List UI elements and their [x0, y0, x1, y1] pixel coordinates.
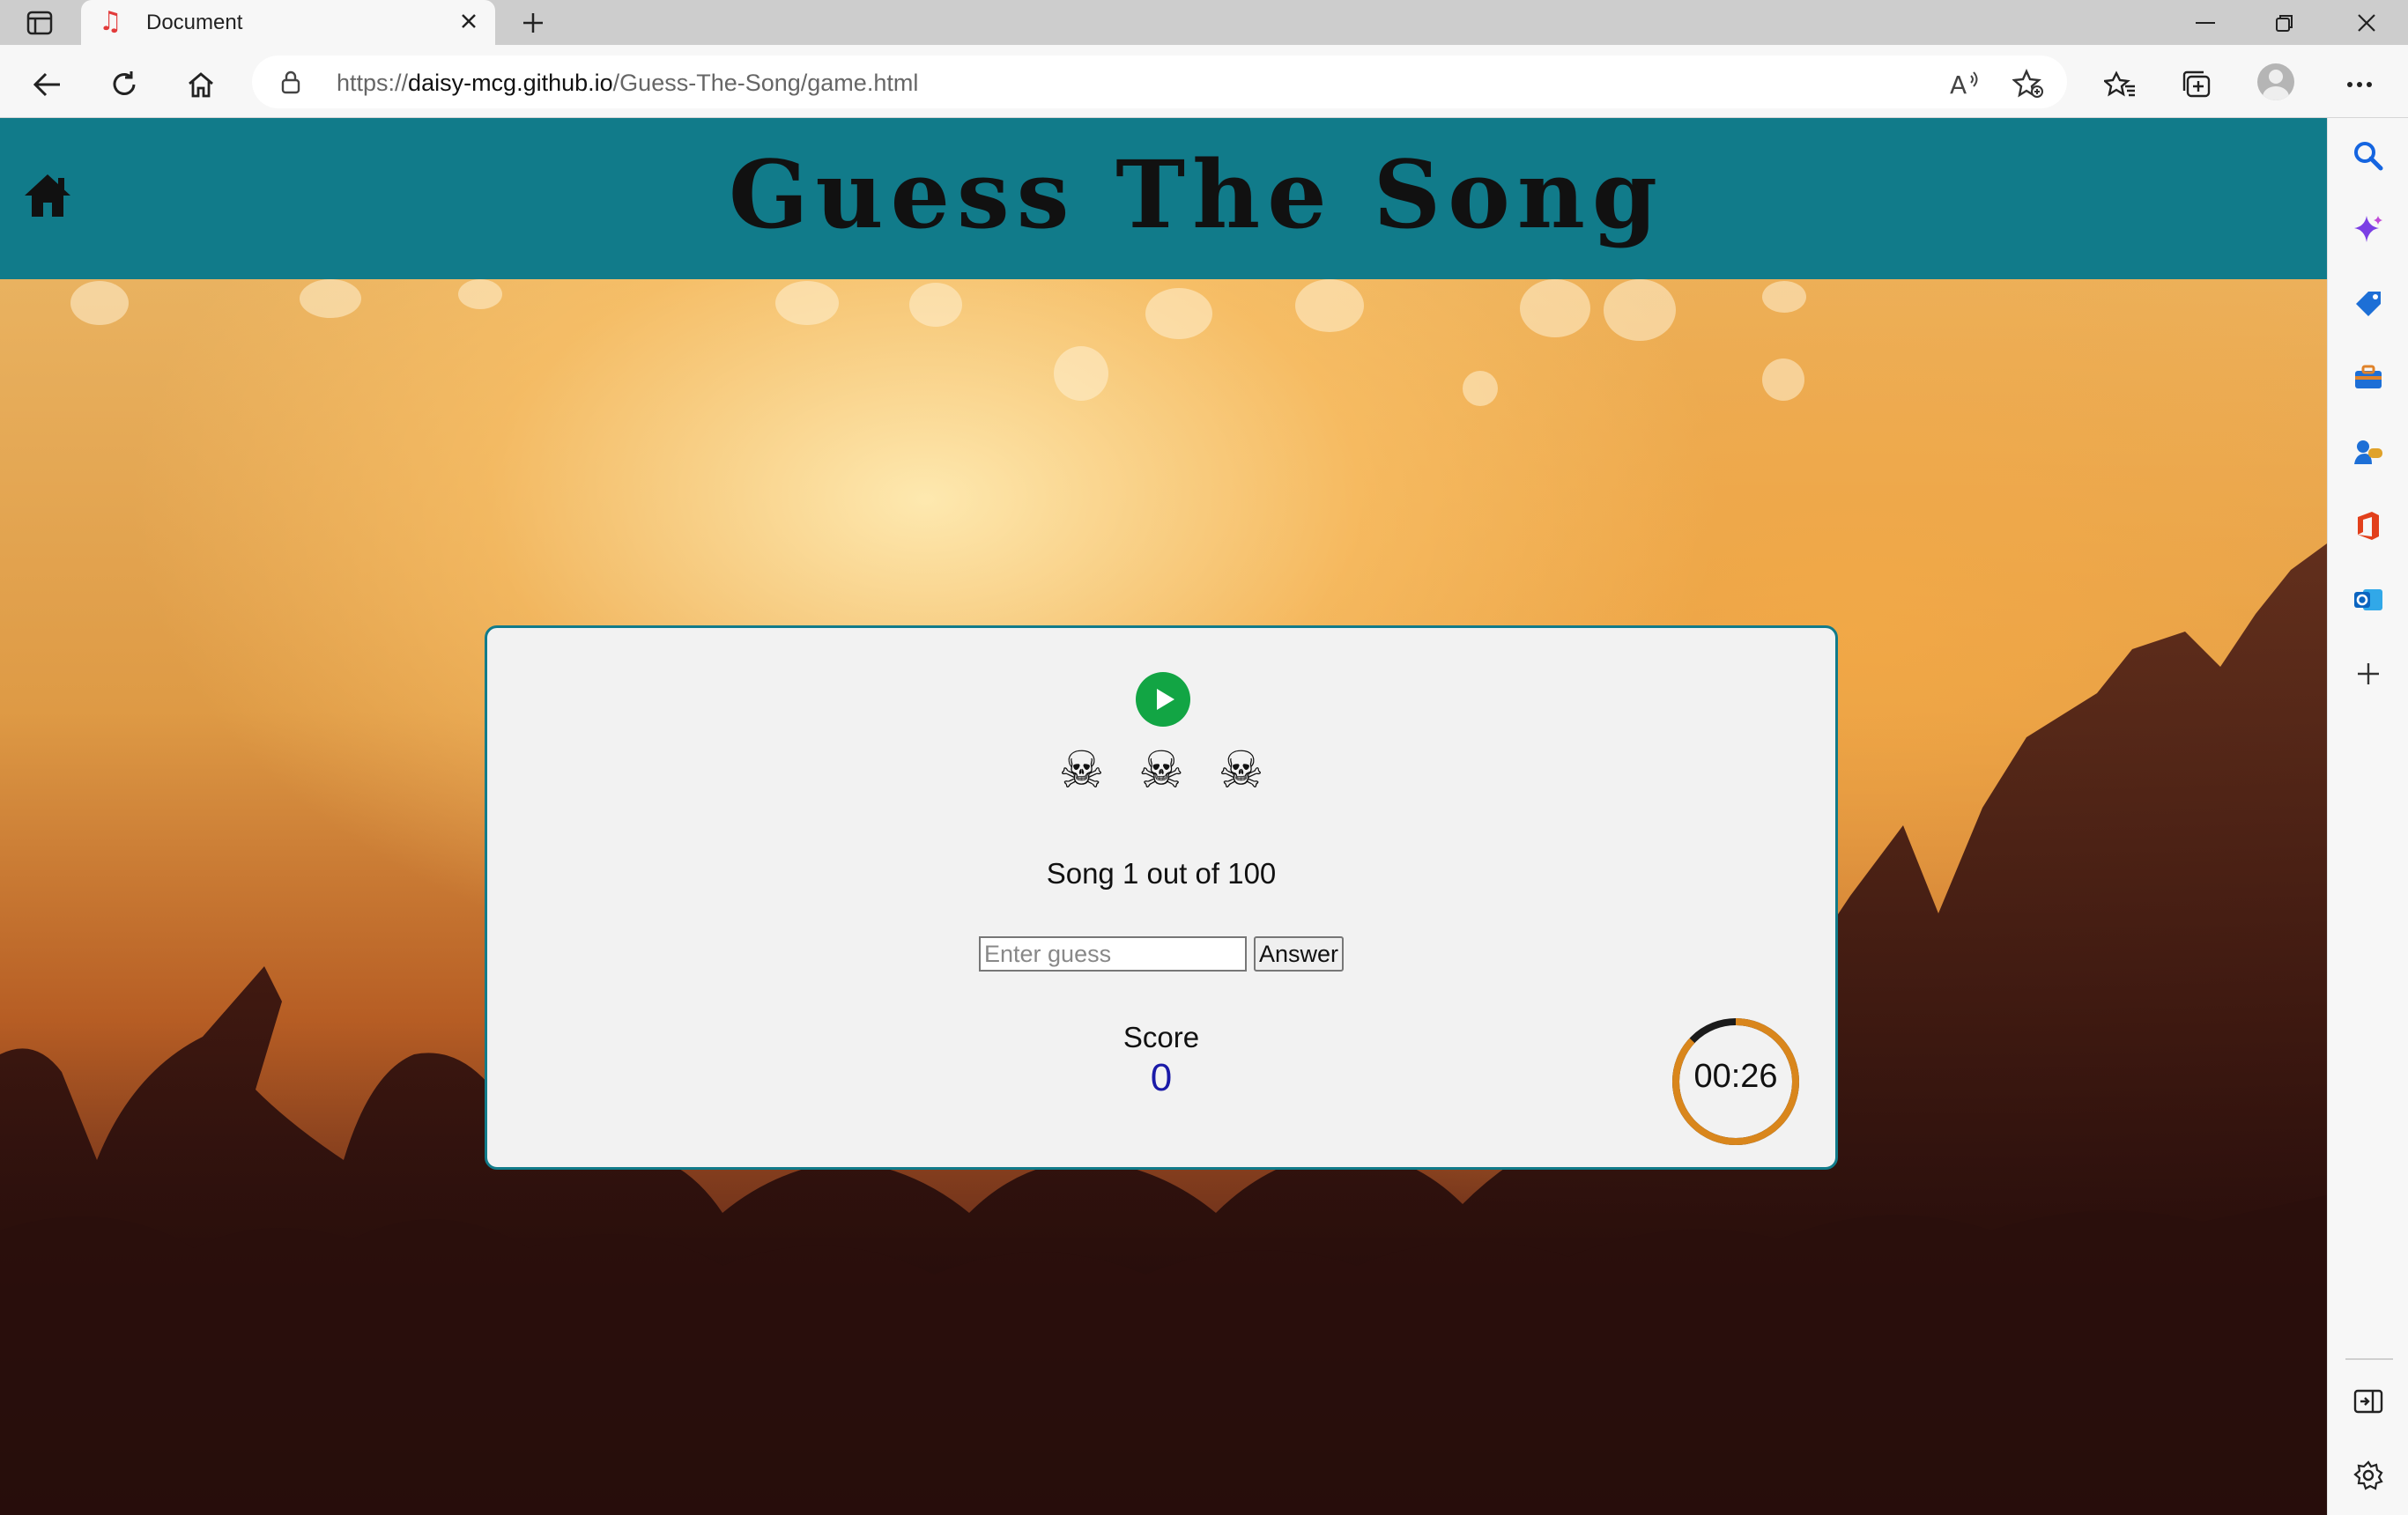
browser-toolbar: https://daisy-mcg.github.io/Guess-The-So… [0, 45, 2408, 118]
profile-avatar[interactable] [2257, 63, 2294, 100]
tools-briefcase-icon[interactable] [2348, 358, 2389, 398]
minimize-icon[interactable] [2170, 0, 2241, 45]
refresh-icon[interactable] [102, 63, 146, 107]
tab-actions-icon[interactable] [19, 7, 60, 39]
tab-title: Document [146, 11, 243, 34]
skull-crossbones-icon: ☠ [1138, 740, 1184, 800]
back-arrow-icon[interactable] [25, 63, 69, 107]
close-window-icon[interactable] [2331, 0, 2402, 45]
settings-gear-icon[interactable] [2348, 1455, 2389, 1496]
answer-button[interactable]: Answer [1254, 936, 1344, 972]
restore-icon[interactable] [2249, 0, 2320, 45]
sidebar-divider [2345, 1358, 2393, 1360]
svg-text:A: A [1950, 70, 1967, 97]
tab-strip: ♫ Document [0, 0, 2408, 45]
shopping-tag-icon[interactable] [2348, 284, 2389, 324]
copilot-sparkle-icon[interactable] [2348, 210, 2389, 250]
address-bar[interactable]: https://daisy-mcg.github.io/Guess-The-So… [252, 55, 2067, 108]
guess-input[interactable] [979, 936, 1247, 972]
add-favorite-icon[interactable] [2011, 66, 2046, 101]
score-value: 0 [1150, 1056, 1173, 1099]
lock-icon[interactable] [278, 70, 303, 94]
play-song-button[interactable] [1136, 672, 1190, 727]
countdown-timer: 00:26 [1670, 1016, 1802, 1148]
edge-sidebar [2327, 118, 2408, 1515]
game-card: ☠ ☠ ☠ Song 1 out of 100 Answer Score 0 0… [485, 625, 1838, 1170]
outlook-icon[interactable] [2348, 580, 2389, 620]
close-tab-icon[interactable] [453, 5, 485, 37]
site-header: Guess The Song [0, 118, 2327, 279]
skull-crossbones-icon: ☠ [1058, 740, 1105, 800]
music-note-icon: ♫ [99, 6, 122, 37]
read-aloud-icon[interactable]: A [1947, 66, 1982, 101]
page-viewport: Guess The Song ☠ ☠ ☠ Song 1 out of 100 A… [0, 118, 2327, 1515]
hide-sidebar-icon[interactable] [2348, 1381, 2389, 1422]
add-sidebar-app-icon[interactable] [2348, 654, 2389, 694]
games-icon[interactable] [2348, 432, 2389, 472]
new-tab-button[interactable] [515, 5, 552, 41]
lives-row: ☠ ☠ ☠ [487, 739, 1835, 801]
timer-text: 00:26 [1693, 1058, 1778, 1095]
skull-crossbones-icon: ☠ [1218, 740, 1264, 800]
collections-icon[interactable] [2175, 63, 2219, 107]
office-icon[interactable] [2348, 506, 2389, 546]
more-options-icon[interactable] [2338, 63, 2382, 107]
favorites-icon[interactable] [2098, 63, 2142, 107]
guess-form: Answer [487, 936, 1835, 972]
song-progress-text: Song 1 out of 100 [1046, 857, 1277, 890]
url-text[interactable]: https://daisy-mcg.github.io/Guess-The-So… [337, 70, 918, 97]
home-icon[interactable] [179, 63, 223, 107]
active-tab[interactable]: ♫ Document [81, 0, 495, 45]
page-title: Guess The Song [728, 139, 1664, 249]
score-label: Score [1122, 1021, 1200, 1053]
search-icon[interactable] [2348, 136, 2389, 176]
